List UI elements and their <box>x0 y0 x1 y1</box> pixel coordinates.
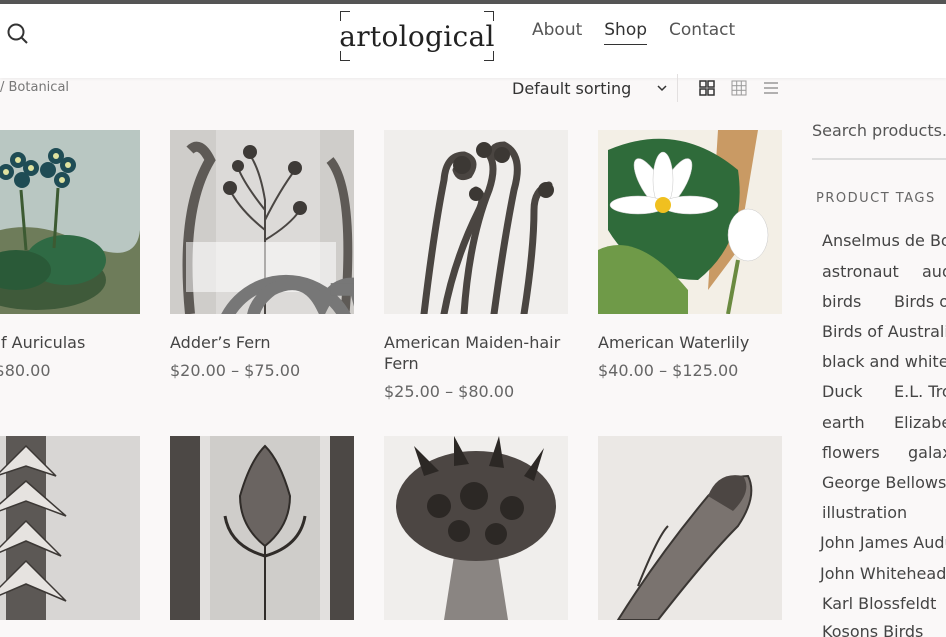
product-image[interactable] <box>170 130 354 314</box>
product-card[interactable] <box>0 436 140 620</box>
tag-link[interactable]: John James Audu <box>820 533 946 552</box>
tag-link[interactable]: Karl Blossfeldt <box>822 594 936 613</box>
breadcrumb: / Botanical <box>0 80 70 95</box>
product-card[interactable] <box>598 436 782 620</box>
grid-2x2-icon[interactable] <box>699 80 715 96</box>
tag-link[interactable]: aud <box>922 262 946 281</box>
product-card[interactable]: Adder’s Fern $20.00 – $75.00 <box>170 130 354 380</box>
nav-about[interactable]: About <box>532 20 582 45</box>
product-title[interactable]: Adder’s Fern <box>170 332 354 353</box>
tag-link[interactable]: Kosons Birds <box>822 622 923 637</box>
search-products-input[interactable]: Search products... <box>812 112 946 160</box>
product-image[interactable] <box>0 130 140 314</box>
logo-text: artological <box>339 19 495 53</box>
tag-link[interactable]: flowers <box>822 443 880 462</box>
product-title[interactable]: oup of Auriculas <box>0 332 140 353</box>
product-card[interactable] <box>384 436 568 620</box>
tag-link[interactable]: earth <box>822 413 865 432</box>
product-card[interactable]: American Maiden-hair Fern $25.00 – $80.0… <box>384 130 568 401</box>
list-icon[interactable] <box>763 80 779 96</box>
main-nav: About Shop Contact <box>532 20 757 45</box>
product-card[interactable] <box>170 436 354 620</box>
product-title[interactable]: American Waterlily <box>598 332 782 353</box>
product-image[interactable] <box>0 436 140 620</box>
product-price: $25.00 – $80.00 <box>384 382 515 401</box>
tag-link[interactable]: George Bellows <box>822 473 946 492</box>
product-card[interactable]: oup of Auriculas 00 – $80.00 <box>0 130 140 380</box>
search-icon[interactable] <box>6 22 30 46</box>
tag-link[interactable]: black and white <box>822 352 946 371</box>
quick-view-icon[interactable] <box>194 256 351 314</box>
tag-link[interactable]: illustration <box>822 503 907 522</box>
product-image[interactable] <box>384 436 568 620</box>
grid-3x3-icon[interactable] <box>731 80 747 96</box>
product-tags-heading: PRODUCT TAGS <box>816 191 936 206</box>
product-image[interactable] <box>598 130 782 314</box>
product-price: $20.00 – $75.00 <box>170 361 301 380</box>
tag-link[interactable]: Anselmus de Boo <box>822 231 946 250</box>
sorting-select[interactable]: Default sorting <box>512 77 668 99</box>
product-price: $40.00 – $125.00 <box>598 361 739 380</box>
product-price: 00 – $80.00 <box>0 361 51 380</box>
cart-icon[interactable] <box>314 256 354 307</box>
chevron-down-icon <box>657 85 667 92</box>
tag-link[interactable]: galax <box>908 443 946 462</box>
tag-link[interactable]: Birds o <box>894 292 946 311</box>
product-card[interactable]: American Waterlily $40.00 – $125.00 <box>598 130 782 380</box>
nav-contact[interactable]: Contact <box>669 20 735 45</box>
tag-link[interactable]: birds <box>822 292 861 311</box>
product-image[interactable] <box>384 130 568 314</box>
product-image[interactable] <box>170 436 354 620</box>
tag-link[interactable]: astronaut <box>822 262 899 281</box>
product-image[interactable] <box>598 436 782 620</box>
tag-link[interactable]: Duck <box>822 382 863 401</box>
sorting-label: Default sorting <box>512 78 632 98</box>
tag-link[interactable]: Birds of Australia <box>822 322 946 341</box>
tag-link[interactable]: E.L. Tro <box>894 382 946 401</box>
nav-shop[interactable]: Shop <box>604 20 648 45</box>
site-logo[interactable]: artological <box>339 11 495 61</box>
product-actions <box>186 242 354 314</box>
heart-icon[interactable] <box>230 256 354 314</box>
tag-link[interactable]: Elizabe <box>894 413 946 432</box>
product-title[interactable]: American Maiden-hair Fern <box>384 332 568 374</box>
divider <box>677 74 678 102</box>
tag-link[interactable]: John Whitehead <box>820 564 946 583</box>
site-header: artological About Shop Contact <box>0 4 946 78</box>
